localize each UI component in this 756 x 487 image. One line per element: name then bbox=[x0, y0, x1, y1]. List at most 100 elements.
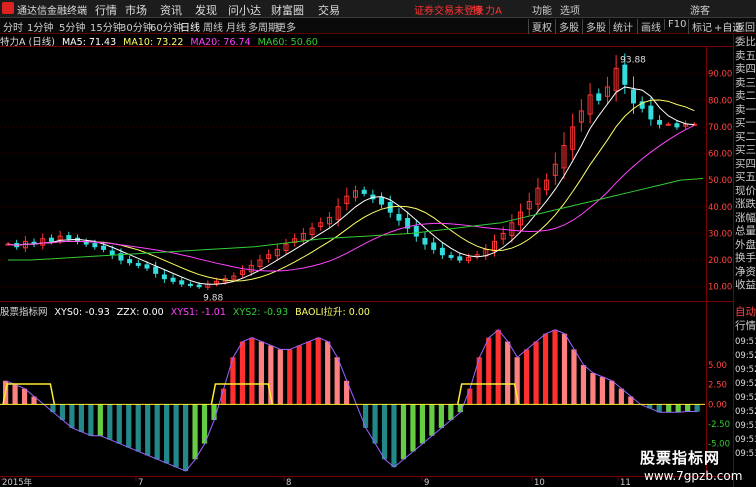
indicator-bar bbox=[666, 404, 672, 413]
indicator-bar bbox=[277, 349, 283, 405]
candle-body bbox=[622, 64, 628, 85]
tick-time: 09:52 bbox=[735, 407, 756, 417]
tick-time: 09:53 bbox=[735, 435, 756, 445]
indicator-bar bbox=[201, 404, 208, 444]
indicator-bar bbox=[97, 404, 103, 436]
indicator-bar bbox=[154, 404, 160, 460]
candle-body bbox=[135, 263, 141, 266]
quote-label: 买一 bbox=[735, 117, 756, 129]
price-tick: 80.00 bbox=[708, 96, 732, 106]
indicator-bar bbox=[580, 365, 587, 405]
watermark-title: 股票指标网 bbox=[640, 449, 721, 467]
indicator-bar bbox=[116, 404, 122, 444]
baoli-line bbox=[2, 383, 56, 405]
indicator-bar bbox=[239, 341, 246, 405]
indicator-tick: 5.00 bbox=[708, 361, 727, 371]
candle-body bbox=[83, 241, 89, 245]
indicator-bar bbox=[486, 337, 492, 405]
indicator-bar bbox=[419, 404, 426, 444]
low-annotation: 9.88 bbox=[203, 294, 223, 304]
indicator-bar bbox=[599, 376, 606, 405]
indicator-bar bbox=[135, 404, 141, 452]
price-tick: 50.00 bbox=[708, 176, 732, 186]
date-tick: 2015年 bbox=[2, 477, 33, 487]
quote-label: 买四 bbox=[735, 157, 756, 170]
candlesticks bbox=[5, 53, 697, 291]
candle-body bbox=[109, 250, 115, 256]
quote-label: 收益 bbox=[735, 279, 756, 291]
indicator-bar bbox=[429, 404, 435, 436]
indicator-bar bbox=[675, 404, 681, 413]
indicator-bar bbox=[249, 337, 255, 405]
price-tick: 40.00 bbox=[708, 203, 732, 213]
indicator-bar bbox=[296, 345, 302, 405]
candle-body bbox=[92, 243, 98, 248]
indicator-tick: 2.50 bbox=[708, 381, 727, 391]
indicator-bar bbox=[69, 404, 75, 428]
indicator-bar bbox=[21, 388, 28, 405]
quote-label: 买三 bbox=[735, 144, 756, 156]
indicator-bar bbox=[315, 337, 321, 405]
candle-body bbox=[153, 266, 159, 274]
indicator-bar bbox=[12, 384, 18, 405]
indicator-tick: 0.00 bbox=[708, 400, 727, 410]
indicator-bar bbox=[126, 404, 132, 448]
indicator-bar bbox=[524, 349, 530, 405]
quote-label: 委比 bbox=[735, 36, 756, 48]
indicator-bar bbox=[561, 333, 568, 405]
date-tick: 8 bbox=[286, 478, 291, 487]
candle-body bbox=[457, 256, 463, 261]
indicator-bar bbox=[107, 404, 113, 440]
indicator-bar bbox=[391, 404, 397, 468]
indicator-bar bbox=[448, 404, 454, 421]
indicator-bar bbox=[258, 341, 264, 405]
candle-body bbox=[439, 247, 445, 256]
candle-body bbox=[596, 93, 602, 101]
quote-label: 卖二 bbox=[735, 90, 756, 102]
grid-top bbox=[0, 46, 733, 47]
tick-time: 09:52 bbox=[735, 393, 756, 403]
kline-chart[interactable]: 90.0080.0070.0060.0050.0040.0030.0020.00… bbox=[0, 0, 733, 487]
price-tick: 70.00 bbox=[708, 123, 732, 133]
indicator-bar bbox=[372, 404, 378, 444]
indicator-bar bbox=[542, 333, 549, 405]
candle-body bbox=[170, 277, 176, 282]
quote-label: 涨跌 bbox=[735, 198, 756, 210]
candle-body bbox=[187, 283, 193, 286]
indicator-bar bbox=[78, 404, 84, 432]
candle-body bbox=[396, 214, 402, 221]
tick-time: 09:53 bbox=[735, 421, 756, 431]
indicator-bar bbox=[694, 404, 700, 412]
candle-body bbox=[161, 274, 167, 280]
indicator-bar bbox=[173, 404, 179, 468]
candle-body bbox=[657, 120, 663, 125]
candle-body bbox=[665, 123, 671, 126]
indicator-bar bbox=[571, 349, 577, 405]
indicator-bar bbox=[381, 404, 388, 460]
price-tick: 30.00 bbox=[708, 229, 732, 239]
quote-label: 外盘 bbox=[735, 238, 756, 251]
indicator-bar bbox=[609, 380, 615, 405]
candle-body bbox=[448, 255, 454, 258]
indicator-bar bbox=[192, 404, 198, 460]
price-tick: 60.00 bbox=[708, 150, 732, 160]
indicator-bar bbox=[685, 404, 691, 412]
indicator-bar bbox=[362, 404, 369, 428]
watermark: 股票指标网 www.7gpzb.com bbox=[640, 447, 742, 487]
date-tick: 9 bbox=[424, 478, 429, 487]
tick-panel-tab[interactable]: 行情 bbox=[735, 320, 756, 333]
indicator-bar bbox=[590, 372, 596, 405]
tool-fanhui[interactable]: 返回 bbox=[735, 19, 755, 34]
indicator-bar bbox=[438, 404, 444, 428]
candle-body bbox=[674, 123, 680, 128]
indicator-tick: -2.50 bbox=[708, 420, 730, 430]
high-annotation: 93.88 bbox=[620, 55, 646, 65]
candle-body bbox=[413, 225, 419, 237]
indicator-bar bbox=[334, 357, 340, 405]
quote-label: 买五 bbox=[735, 171, 756, 183]
indicator-bar bbox=[164, 404, 170, 464]
quote-label: 净资 bbox=[735, 265, 756, 278]
indicator-bar bbox=[533, 341, 539, 405]
tick-time: 09:52 bbox=[735, 365, 756, 375]
tick-panel-tab[interactable]: 自动 bbox=[735, 306, 756, 319]
